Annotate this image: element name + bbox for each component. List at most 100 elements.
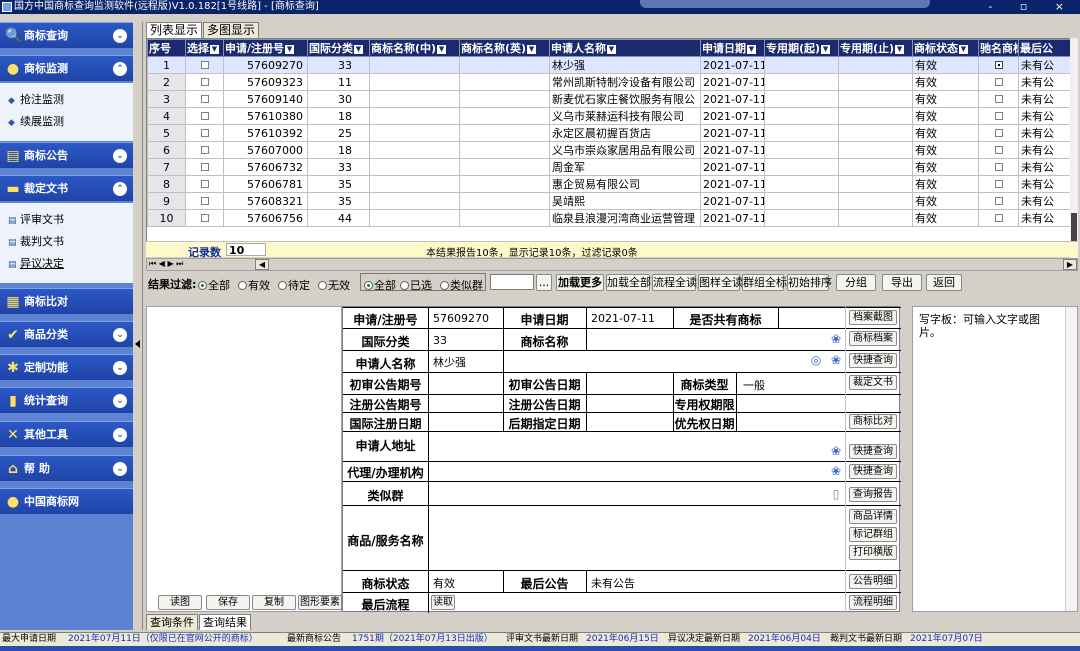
row-checkbox[interactable]: [994, 128, 1003, 137]
trademark-archive-button[interactable]: 商标档案: [849, 331, 897, 346]
read-flow-button[interactable]: 读取: [431, 595, 455, 610]
radio-icon[interactable]: [318, 281, 327, 290]
column-header[interactable]: 申请日期 ▼: [700, 39, 765, 57]
quick-query-button-3[interactable]: 快捷查询: [849, 464, 897, 479]
query-report-button[interactable]: 查询报告: [849, 487, 897, 502]
table-row[interactable]: 10 57606756 44 临泉县浪漫河湾商业运营管理 2021-07-11 有效 未有公: [147, 209, 1077, 227]
dropdown-arrow-icon[interactable]: ▼: [895, 45, 905, 54]
row-checkbox[interactable]: [200, 94, 209, 103]
row-checkbox[interactable]: [200, 145, 209, 154]
row-checkbox[interactable]: [994, 196, 1003, 205]
sidebar-section-6[interactable]: ✱ 定制功能 ⌄: [0, 354, 133, 380]
row-checkbox[interactable]: [200, 128, 209, 137]
status-filter-radio[interactable]: 待定: [278, 277, 310, 293]
sidebar-section-0[interactable]: 🔍 商标查询 ⌄: [0, 22, 133, 48]
goods-detail-button[interactable]: 商品详情: [849, 509, 897, 524]
row-checkbox[interactable]: [994, 77, 1003, 86]
chevron-up-icon[interactable]: ⌃: [113, 182, 127, 196]
radio-icon[interactable]: [238, 281, 247, 290]
table-row[interactable]: 1 57609270 33 林少强 2021-07-11 有效 未有公: [147, 56, 1077, 74]
chevron-down-icon[interactable]: ⌄: [113, 29, 127, 43]
sidebar-section-3[interactable]: ▬ 裁定文书 ⌃: [0, 175, 133, 201]
sidebar-splitter[interactable]: [133, 22, 143, 630]
sidebar-item-3-1[interactable]: ▤ 裁判文书: [8, 233, 64, 249]
filter-picker-button[interactable]: ...: [536, 274, 552, 291]
archive-screenshot-button[interactable]: 档案截图: [849, 310, 897, 325]
row-checkbox[interactable]: [200, 162, 209, 171]
radio-icon[interactable]: [364, 281, 373, 290]
table-row[interactable]: 7 57606732 33 周金军 2021-07-11 有效 未有公: [147, 158, 1077, 176]
table-row[interactable]: 9 57608321 35 吴靖熙 2021-07-11 有效 未有公: [147, 192, 1077, 210]
tab-multi[interactable]: 多图显示: [203, 22, 259, 38]
row-checkbox[interactable]: [200, 179, 209, 188]
filter-action-button[interactable]: 流程全读: [652, 274, 697, 291]
chevron-down-icon[interactable]: ⌄: [113, 328, 127, 342]
row-checkbox[interactable]: [200, 60, 209, 69]
column-header[interactable]: 序号: [147, 39, 186, 57]
save-button[interactable]: 保存: [206, 595, 250, 610]
column-header[interactable]: 专用期(起) ▼: [764, 39, 839, 57]
dropdown-arrow-icon[interactable]: ▼: [354, 45, 363, 54]
sidebar-section-1[interactable]: ● 商标监测 ⌃: [0, 55, 133, 81]
sidebar-item-3-2[interactable]: ▤ 异议决定: [8, 255, 64, 271]
tab-query-conditions[interactable]: 查询条件: [146, 614, 198, 630]
sidebar-section-2[interactable]: ▤ 商标公告 ⌄: [0, 142, 133, 168]
row-checkbox[interactable]: [994, 162, 1003, 171]
scroll-left-icon[interactable]: ◀: [255, 259, 269, 270]
row-checkbox[interactable]: [994, 179, 1003, 188]
chevron-down-icon[interactable]: ⌄: [113, 149, 127, 163]
column-header[interactable]: 驰名商标▼: [978, 39, 1019, 57]
copy-button[interactable]: 复制: [252, 595, 296, 610]
print-landscape-button[interactable]: 打印横版: [849, 545, 897, 560]
read-image-button[interactable]: 读图: [158, 595, 202, 610]
row-checkbox[interactable]: [994, 60, 1003, 69]
filter-action-button[interactable]: 加载全部: [606, 274, 651, 291]
sidebar-section-5[interactable]: ✔ 商品分类 ⌄: [0, 321, 133, 347]
notepad[interactable]: 写字板：可输入文字或图片。: [912, 306, 1078, 612]
chevron-down-icon[interactable]: ⌄: [113, 361, 127, 375]
flow-detail-button[interactable]: 流程明细: [849, 595, 897, 610]
filter-input[interactable]: [490, 274, 534, 290]
table-row[interactable]: 5 57610392 25 永定区晨初握百货店 2021-07-11 有效 未有公: [147, 124, 1077, 142]
sidebar-section-7[interactable]: ▮ 统计查询 ⌄: [0, 387, 133, 413]
filter-action-button[interactable]: 导出: [882, 274, 922, 291]
collapse-arrow-icon[interactable]: [135, 340, 140, 348]
mark-group-button[interactable]: 标记群组: [849, 527, 897, 542]
row-checkbox[interactable]: [200, 213, 209, 222]
record-nav-icon[interactable]: ⏮ ◀ ▶ ⏭: [149, 259, 183, 269]
row-checkbox[interactable]: [994, 94, 1003, 103]
sidebar-section-4[interactable]: ▦ 商标比对: [0, 288, 133, 314]
row-checkbox[interactable]: [200, 77, 209, 86]
announcement-detail-button[interactable]: 公告明细: [849, 574, 897, 589]
dropdown-arrow-icon[interactable]: ▼: [210, 45, 219, 54]
column-header[interactable]: 申请/注册号 ▼: [223, 39, 308, 57]
type-filter-radio[interactable]: 类似群: [440, 277, 483, 293]
filter-action-button[interactable]: 加载更多: [556, 274, 604, 291]
filter-action-button[interactable]: 图样全读: [698, 274, 743, 291]
status-filter-radio[interactable]: 有效: [238, 277, 270, 293]
row-checkbox[interactable]: [994, 145, 1003, 154]
row-checkbox[interactable]: [200, 196, 209, 205]
dropdown-arrow-icon[interactable]: ▼: [437, 45, 447, 54]
type-filter-radio[interactable]: 全部: [364, 277, 396, 293]
chevron-down-icon[interactable]: ⌄: [113, 394, 127, 408]
filter-action-button[interactable]: 返回: [926, 274, 962, 291]
scroll-right-icon[interactable]: ▶: [1063, 259, 1077, 270]
table-row[interactable]: 2 57609323 11 常州凯斯特制冷设备有限公司 2021-07-11 有效 未有公: [147, 73, 1077, 91]
image-elements-button[interactable]: 图形要素: [298, 595, 342, 610]
column-header[interactable]: 商标名称(中) ▼: [369, 39, 460, 57]
sidebar-item-1-0[interactable]: ◆ 抢注监测: [8, 91, 64, 107]
filter-action-button[interactable]: 分组: [836, 274, 876, 291]
radio-icon[interactable]: [198, 281, 207, 290]
quick-query-button-1[interactable]: 快捷查询: [849, 353, 897, 368]
dropdown-arrow-icon[interactable]: ▼: [607, 45, 616, 54]
trademark-compare-button[interactable]: 商标比对: [849, 414, 897, 429]
column-header[interactable]: 国际分类 ▼: [307, 39, 370, 57]
grid-vertical-scrollbar[interactable]: [1070, 38, 1078, 258]
sidebar-item-1-1[interactable]: ◆ 续展监测: [8, 113, 64, 129]
column-header[interactable]: 申请人名称 ▼: [549, 39, 701, 57]
type-filter-radio[interactable]: 已选: [400, 277, 432, 293]
filter-action-button[interactable]: 初始排序: [787, 274, 832, 291]
status-filter-radio[interactable]: 无效: [318, 277, 350, 293]
table-row[interactable]: 4 57610380 18 义乌市莱赫运科技有限公司 2021-07-11 有效 未有公: [147, 107, 1077, 125]
